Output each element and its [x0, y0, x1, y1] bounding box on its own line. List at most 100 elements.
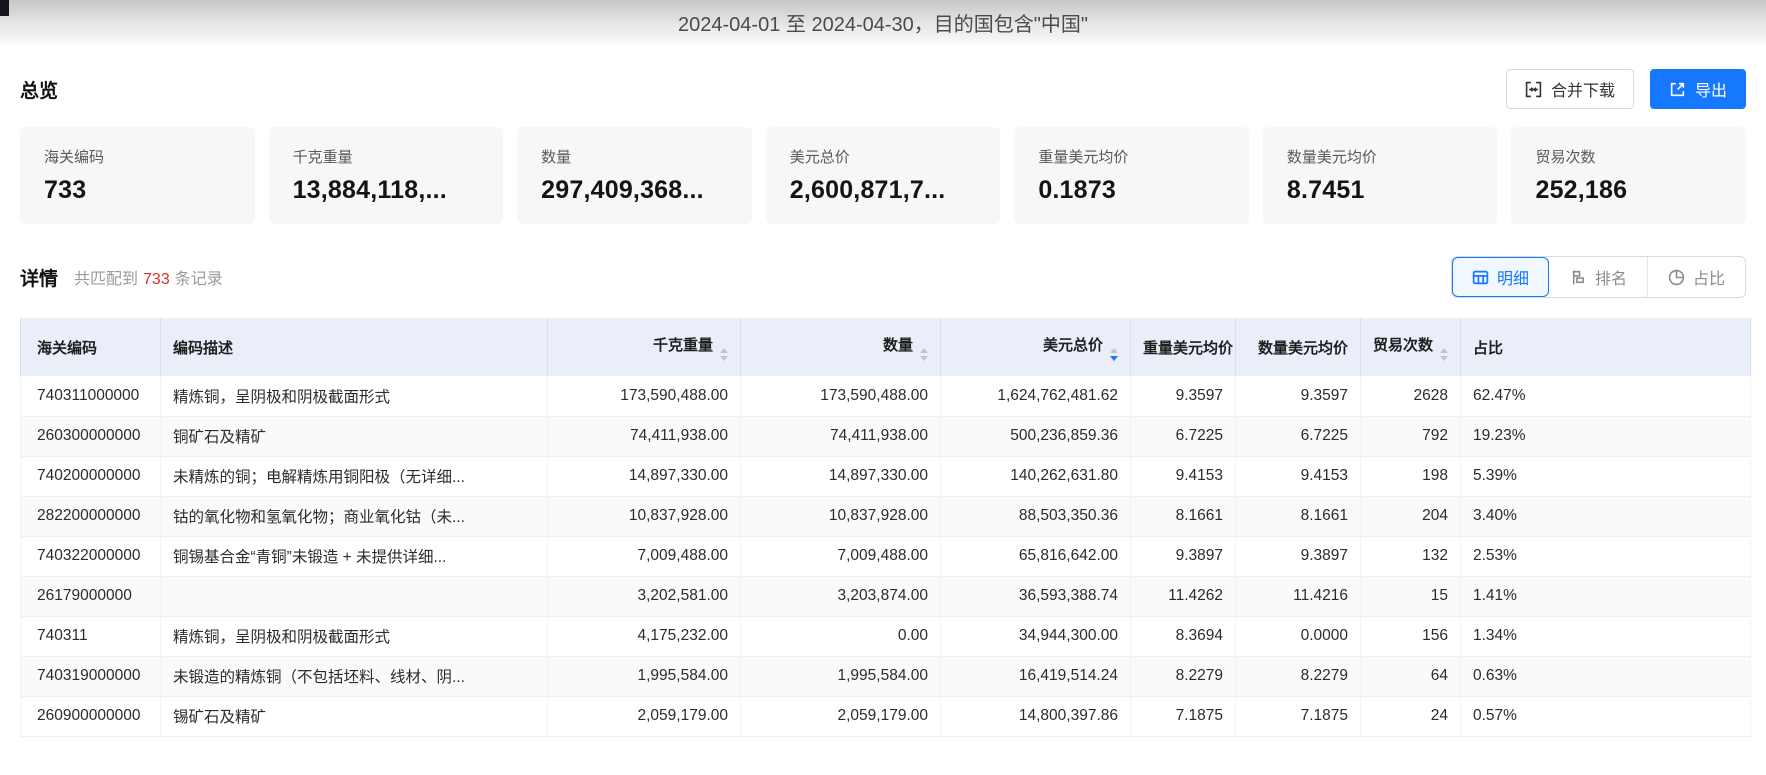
- column-header-quantity[interactable]: 数量: [741, 318, 941, 376]
- pie-icon: [1668, 269, 1685, 286]
- card-value: 0.1873: [1038, 176, 1225, 205]
- filter-summary-text: 2024-04-01 至 2024-04-30，目的国包含"中国": [678, 8, 1088, 37]
- cell-usd-per-kg: 6.7225: [1131, 416, 1236, 456]
- summary-card-quantity: 美元总价2,600,871,7...: [766, 127, 1001, 224]
- cell-usd-per-qty: 8.2279: [1236, 656, 1361, 696]
- tab-label: 明细: [1497, 265, 1529, 289]
- cell-hs-code: 740322000000: [21, 536, 161, 576]
- column-label: 数量美元均价: [1258, 340, 1348, 357]
- sort-carets[interactable]: [1110, 348, 1118, 361]
- cell-description: 钴的氧化物和氢氧化物；商业氧化钴（未...: [161, 496, 548, 536]
- card-label: 数量: [541, 146, 728, 167]
- main-content: 总览 合并下载: [0, 69, 1766, 737]
- column-header-hs-code: 海关编码: [21, 318, 161, 376]
- table-row: 740311精炼铜，呈阴极和阴极截面形式4,175,232.000.0034,9…: [21, 616, 1751, 656]
- column-label: 美元总价: [1043, 337, 1103, 354]
- cell-quantity: 1,995,584.00: [741, 656, 941, 696]
- cell-share: 0.63%: [1461, 656, 1751, 696]
- sort-asc-icon: [720, 348, 728, 353]
- cell-usd-per-kg: 9.3597: [1131, 376, 1236, 416]
- sort-carets[interactable]: [1440, 348, 1448, 361]
- details-title: 详情: [20, 264, 58, 291]
- column-header-kg-weight[interactable]: 千克重量: [548, 318, 741, 376]
- cell-trade-count: 156: [1361, 616, 1461, 656]
- summary-card-kg-weight: 数量297,409,368...: [517, 127, 752, 224]
- cell-usd-total: 36,593,388.74: [941, 576, 1131, 616]
- tab-ranking[interactable]: 排名: [1549, 257, 1647, 297]
- sort-carets[interactable]: [920, 348, 928, 361]
- cell-usd-per-kg: 8.1661: [1131, 496, 1236, 536]
- tab-proportion[interactable]: 占比: [1647, 257, 1745, 297]
- card-label: 美元总价: [790, 146, 977, 167]
- export-label: 导出: [1695, 77, 1727, 101]
- ranking-icon: [1570, 269, 1587, 286]
- cell-usd-per-qty: 9.3597: [1236, 376, 1361, 416]
- sort-carets[interactable]: [720, 348, 728, 361]
- table-row: 740319000000未锻造的精炼铜（不包括坯料、线材、阴...1,995,5…: [21, 656, 1751, 696]
- cell-trade-count: 64: [1361, 656, 1461, 696]
- summary-card-usd-per-kg: 数量美元均价8.7451: [1263, 127, 1498, 224]
- column-label: 海关编码: [37, 340, 97, 357]
- cell-usd-per-kg: 8.3694: [1131, 616, 1236, 656]
- column-label: 重量美元均价: [1143, 340, 1233, 357]
- cell-trade-count: 2628: [1361, 376, 1461, 416]
- cell-quantity: 0.00: [741, 616, 941, 656]
- column-header-usd-total[interactable]: 美元总价: [941, 318, 1131, 376]
- export-button[interactable]: 导出: [1650, 69, 1746, 109]
- cell-usd-total: 88,503,350.36: [941, 496, 1131, 536]
- cell-kg-weight: 3,202,581.00: [548, 576, 741, 616]
- card-label: 贸易次数: [1535, 146, 1722, 167]
- merge-download-button[interactable]: 合并下载: [1506, 69, 1634, 109]
- summary-cards: 海关编码733千克重量13,884,118,...数量297,409,368..…: [20, 127, 1746, 224]
- cell-description: 铜矿石及精矿: [161, 416, 548, 456]
- column-header-description: 编码描述: [161, 318, 548, 376]
- tab-label: 占比: [1693, 265, 1725, 289]
- details-header: 详情 共匹配到733条记录 明细排名占比: [20, 256, 1746, 298]
- cell-hs-code: 260900000000: [21, 696, 161, 736]
- card-label: 海关编码: [44, 146, 231, 167]
- sort-desc-icon: [720, 356, 728, 361]
- card-value: 252,186: [1535, 176, 1722, 205]
- cell-usd-per-qty: 9.4153: [1236, 456, 1361, 496]
- cell-usd-total: 14,800,397.86: [941, 696, 1131, 736]
- cell-usd-per-qty: 6.7225: [1236, 416, 1361, 456]
- detail-table: 海关编码 编码描述 千克重量数量 美元总价 重量美元均价 数量美元均价贸易次数占比 740…: [20, 318, 1751, 737]
- cell-kg-weight: 10,837,928.00: [548, 496, 741, 536]
- card-label: 千克重量: [293, 146, 480, 167]
- card-value: 13,884,118,...: [293, 176, 480, 205]
- cell-quantity: 7,009,488.00: [741, 536, 941, 576]
- cell-share: 1.41%: [1461, 576, 1751, 616]
- table-header-row: 海关编码 编码描述 千克重量数量 美元总价 重量美元均价 数量美元均价贸易次数占比: [21, 318, 1751, 376]
- cell-kg-weight: 74,411,938.00: [548, 416, 741, 456]
- cell-kg-weight: 2,059,179.00: [548, 696, 741, 736]
- column-header-trade-count[interactable]: 贸易次数: [1361, 318, 1461, 376]
- cell-usd-per-qty: 9.3897: [1236, 536, 1361, 576]
- table-icon: [1472, 269, 1489, 286]
- tab-detail[interactable]: 明细: [1452, 257, 1549, 297]
- cell-usd-per-kg: 7.1875: [1131, 696, 1236, 736]
- table-row: 260900000000锡矿石及精矿2,059,179.002,059,179.…: [21, 696, 1751, 736]
- cell-share: 1.34%: [1461, 616, 1751, 656]
- cell-quantity: 173,590,488.00: [741, 376, 941, 416]
- cell-trade-count: 15: [1361, 576, 1461, 616]
- overview-title: 总览: [20, 76, 58, 103]
- table-row: 740322000000铜锡基合金“青铜”未锻造 + 未提供详细...7,009…: [21, 536, 1751, 576]
- tab-label: 排名: [1595, 265, 1627, 289]
- cell-hs-code: 740200000000: [21, 456, 161, 496]
- cell-usd-total: 16,419,514.24: [941, 656, 1131, 696]
- cell-usd-total: 1,624,762,481.62: [941, 376, 1131, 416]
- column-label: 占比: [1473, 340, 1503, 357]
- cell-usd-total: 140,262,631.80: [941, 456, 1131, 496]
- cell-usd-per-qty: 7.1875: [1236, 696, 1361, 736]
- screen-corner-artifact: [0, 0, 9, 16]
- card-label: 数量美元均价: [1287, 146, 1474, 167]
- filter-summary-bar: 2024-04-01 至 2024-04-30，目的国包含"中国": [0, 0, 1766, 45]
- column-label: 编码描述: [173, 340, 233, 357]
- sort-asc-icon: [1440, 348, 1448, 353]
- merge-cells-icon: [1525, 81, 1542, 98]
- cell-quantity: 2,059,179.00: [741, 696, 941, 736]
- cell-hs-code: 260300000000: [21, 416, 161, 456]
- cell-usd-total: 500,236,859.36: [941, 416, 1131, 456]
- cell-trade-count: 24: [1361, 696, 1461, 736]
- cell-trade-count: 198: [1361, 456, 1461, 496]
